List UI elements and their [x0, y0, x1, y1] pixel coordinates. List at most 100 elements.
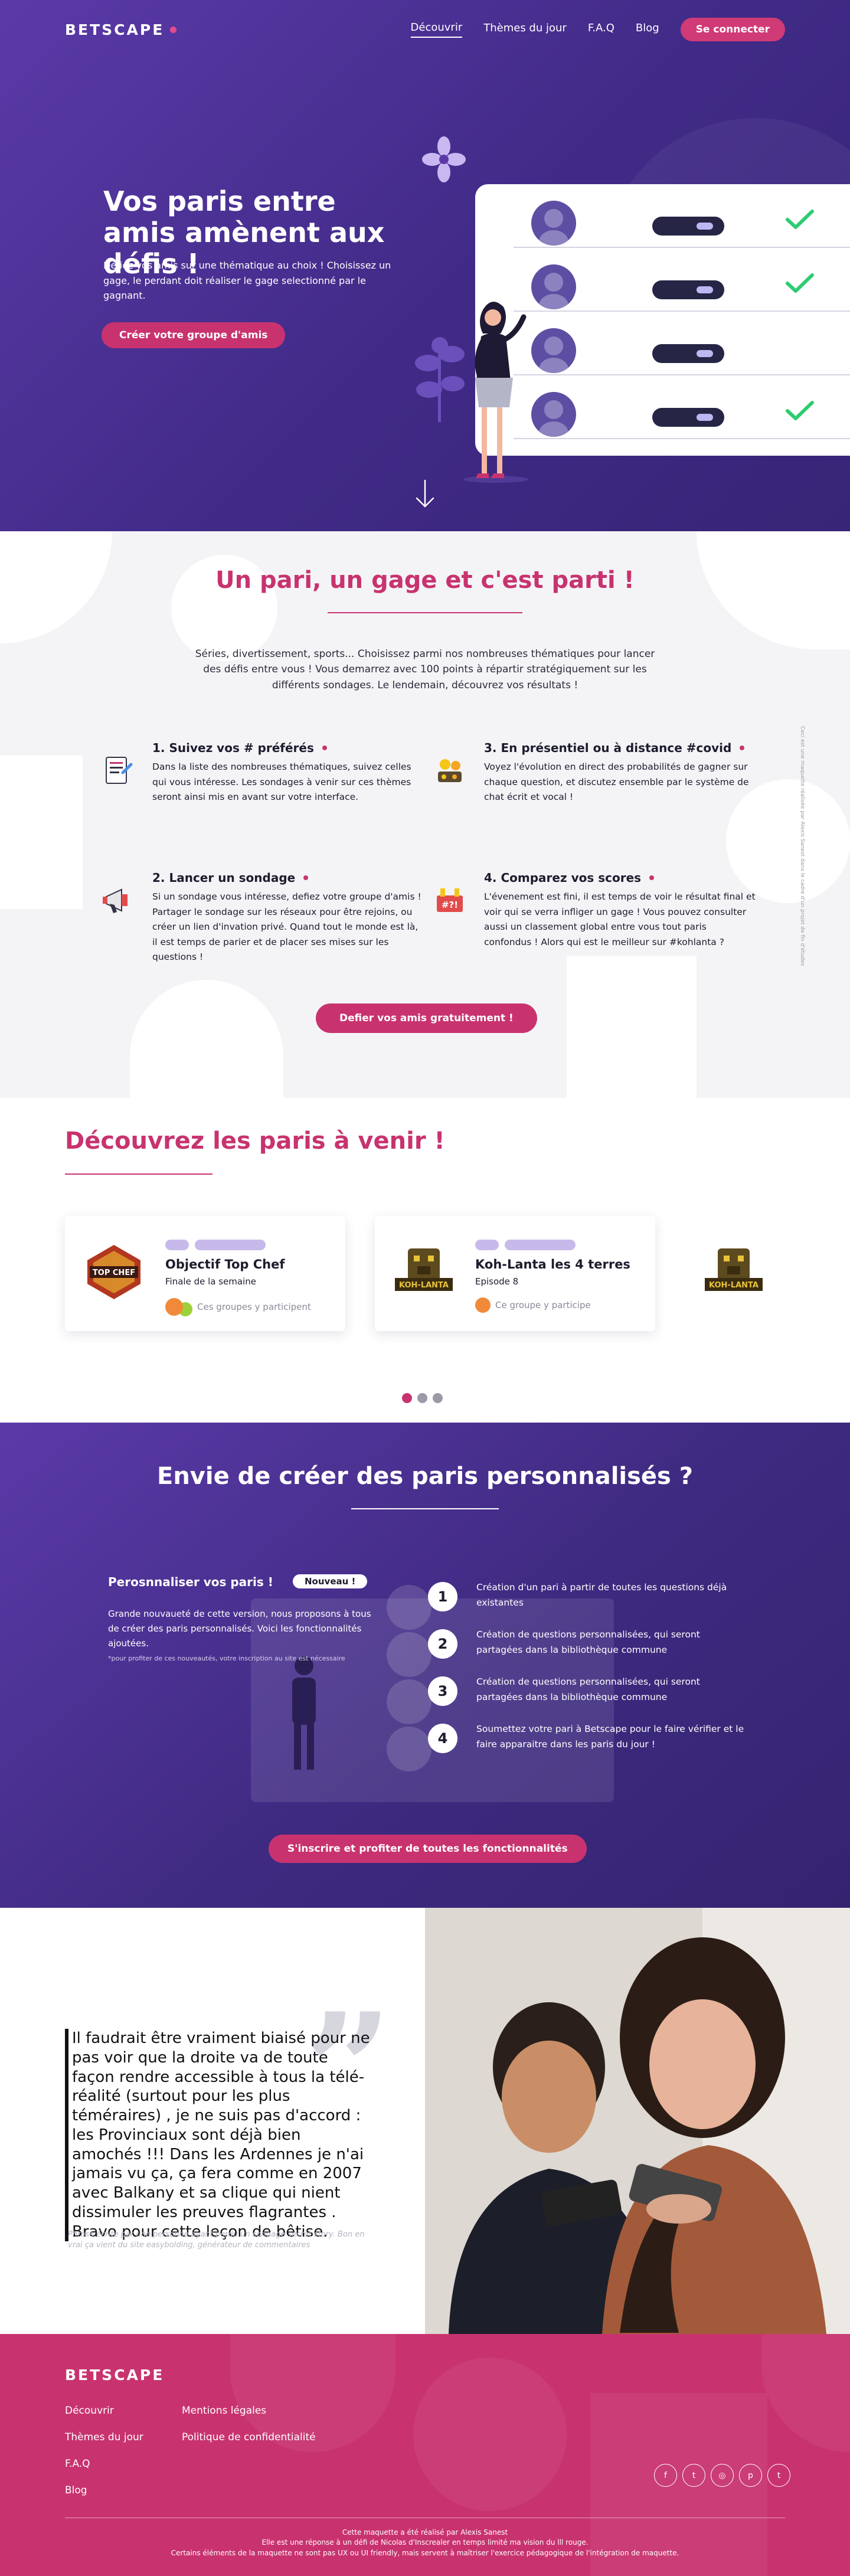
step-2: 2. Lancer un sondage Si un sondage vous …	[103, 871, 424, 965]
step-text: Création de questions personnalisées, qu…	[476, 1676, 700, 1702]
checklist-icon	[106, 757, 133, 784]
avatar	[531, 201, 576, 246]
step-title: 1. Suivez vos # préférés	[152, 741, 424, 755]
bet-card[interactable]: TOP CHEF Objectif Top Chef Finale de la …	[65, 1216, 345, 1331]
step-number: 4	[428, 1724, 457, 1753]
footer-link-themes[interactable]: Thèmes du jour	[65, 2431, 182, 2443]
card-title: Koh-Lanta les 4 terres	[475, 1257, 630, 1271]
step-text: Voyez l'évolution en direct des probabil…	[484, 761, 749, 803]
bg-shape	[0, 756, 83, 909]
create-group-button[interactable]: Créer votre groupe d'amis	[102, 322, 286, 348]
step-text: L'évenement est fini, il est temps de vo…	[484, 891, 756, 947]
custom-bets-section: Envie de créer des paris personnalisés ?…	[0, 1423, 850, 1908]
tumblr-icon[interactable]: t	[767, 2464, 790, 2487]
login-button[interactable]: Se connecter	[680, 18, 785, 41]
step-title: 3. En présentiel ou à distance #covid	[484, 741, 756, 755]
nav-link-faq[interactable]: F.A.Q	[588, 22, 614, 37]
signup-button[interactable]: S'inscrire et profiter de toutes les fon…	[269, 1835, 587, 1863]
logo[interactable]: BETSCAPE	[65, 21, 177, 38]
group-avatar	[475, 1297, 491, 1313]
nav-link-themes[interactable]: Thèmes du jour	[483, 22, 567, 37]
challenge-friends-button[interactable]: Defier vos amis gratuitement !	[316, 1003, 537, 1033]
group-avatar	[165, 1298, 183, 1316]
hero-section: BETSCAPE Découvrir Thèmes du jour F.A.Q …	[0, 0, 850, 531]
footer-spacer	[182, 2458, 335, 2470]
step-text: Soumettez votre pari à Betscape pour le …	[476, 1724, 744, 1750]
card-title: Objectif Top Chef	[165, 1257, 285, 1271]
check-icon	[786, 210, 814, 229]
pinterest-icon[interactable]: p	[739, 2464, 762, 2487]
bg-shape	[761, 2334, 850, 2452]
credit-line: Elle est une réponse à un défi de Nicola…	[261, 2538, 589, 2547]
facebook-icon[interactable]: f	[654, 2464, 677, 2487]
nav-link-decouvrir[interactable]: Découvrir	[410, 21, 463, 38]
footer-link-decouvrir[interactable]: Découvrir	[65, 2405, 182, 2417]
carousel-dot[interactable]	[417, 1393, 427, 1403]
custom-heading: Perosnnaliser vos paris !	[108, 1575, 273, 1589]
toggle-pill	[652, 344, 724, 363]
tag[interactable]	[165, 1240, 189, 1250]
custom-step-1: 1 Création d'un pari à partir de toutes …	[387, 1579, 741, 1630]
bg-shape	[567, 956, 697, 1098]
step-title: 2. Lancer un sondage	[152, 871, 424, 885]
hero-subtitle: Défiez vos amis sur une thématique au ch…	[103, 260, 391, 302]
nav-link-blog[interactable]: Blog	[636, 22, 659, 37]
top-chef-logo: TOP CHEF	[87, 1245, 140, 1299]
footer-link-privacy[interactable]: Politique de confidentialité	[182, 2431, 335, 2443]
footer-logo[interactable]: BETSCAPE	[65, 2366, 164, 2384]
svg-text:KOH-LANTA: KOH-LANTA	[709, 1281, 759, 1290]
footer-link-blog[interactable]: Blog	[65, 2485, 182, 2496]
card-subtitle: Episode 8	[475, 1276, 519, 1287]
custom-note: *pour profiter de ces nouveautés, votre …	[108, 1655, 345, 1662]
social-links: f t ◎ p t	[654, 2464, 790, 2487]
avatar	[531, 392, 576, 437]
title-rule	[65, 1173, 212, 1175]
carousel-dot[interactable]	[433, 1393, 443, 1403]
footer-credits: Cette maquette a été réalisé par Alexis …	[65, 2528, 785, 2558]
twitter-icon[interactable]: t	[682, 2464, 705, 2487]
carousel-dot[interactable]	[402, 1393, 412, 1403]
bet-card-partial[interactable]: KOH-LANTA	[691, 1216, 785, 1331]
avatar	[531, 328, 576, 373]
step-number: 1	[428, 1582, 457, 1611]
vertical-note-wrapper: Ceci est une maquette réalisée par Alexi…	[797, 726, 809, 966]
step-3: 3. En présentiel ou à distance #covid Vo…	[438, 741, 756, 805]
tag[interactable]	[505, 1240, 576, 1250]
card-tags	[165, 1240, 266, 1250]
step-number: 3	[428, 1676, 457, 1706]
step-text: Dans la liste des nombreuses thématiques…	[152, 761, 411, 803]
check-icon	[786, 401, 814, 420]
friends-photo-illustration	[425, 1908, 850, 2334]
custom-step-3: 3 Création de questions personnalisées, …	[387, 1673, 741, 1724]
step-text: Création de questions personnalisées, qu…	[476, 1629, 700, 1655]
features-intro: Séries, divertissement, sports... Choisi…	[195, 648, 655, 691]
megaphone-icon	[103, 888, 128, 913]
quote-footnote: Phrase écrite par une personne ayant per…	[68, 2230, 365, 2250]
panel-row	[514, 312, 850, 375]
title-rule	[328, 612, 522, 613]
people-chat-icon	[438, 759, 462, 782]
testimonial-section: ” Il faudrait être vraiment biaisé pour …	[0, 1908, 850, 2334]
nav-links: Découvrir Thèmes du jour F.A.Q Blog Se c…	[410, 18, 785, 41]
title-rule	[351, 1508, 499, 1509]
check-icon	[786, 273, 814, 293]
footer-link-faq[interactable]: F.A.Q	[65, 2458, 182, 2470]
tag[interactable]	[475, 1240, 499, 1250]
vertical-note: Ceci est une maquette réalisée par Alexi…	[799, 726, 805, 966]
toggle-pill	[652, 408, 724, 427]
koh-lanta-logo: KOH-LANTA	[705, 1248, 763, 1291]
card-meta: Ce groupe y participe	[475, 1297, 591, 1313]
tag[interactable]	[195, 1240, 266, 1250]
card-tags	[475, 1240, 576, 1250]
step-circle-bg	[387, 1632, 431, 1677]
card-meta: Ces groupes y participent	[165, 1297, 311, 1316]
footer-spacer	[182, 2485, 335, 2496]
custom-step-4: 4 Soumettez votre pari à Betscape pour l…	[387, 1721, 744, 1771]
bet-card[interactable]: KOH-LANTA Koh-Lanta les 4 terres Episode…	[375, 1216, 655, 1331]
toggle-pill	[652, 280, 724, 299]
koh-lanta-logo: KOH-LANTA	[395, 1248, 453, 1291]
instagram-icon[interactable]: ◎	[711, 2464, 734, 2487]
scroll-down-icon[interactable]	[414, 479, 436, 509]
flower-icon	[422, 136, 466, 182]
footer-link-mentions[interactable]: Mentions légales	[182, 2405, 335, 2417]
